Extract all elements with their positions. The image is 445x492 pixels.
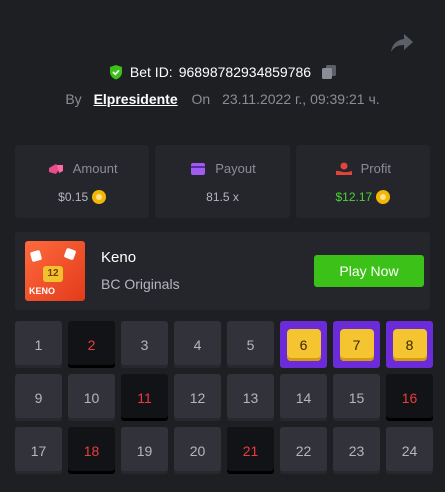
- die-icon: [63, 247, 77, 261]
- keno-thumbnail[interactable]: 12 KENO: [25, 241, 85, 301]
- keno-cell-3: 3: [121, 321, 168, 368]
- payout-card: Payout 81.5 x: [155, 145, 290, 218]
- keno-cell-11: 11: [121, 374, 168, 421]
- profit-label: Profit: [360, 161, 391, 176]
- keno-hit-tile: 6: [286, 328, 321, 361]
- keno-cell-6: 6: [280, 321, 327, 368]
- keno-cell-23: 23: [333, 427, 380, 474]
- shield-check-icon: [109, 65, 122, 80]
- keno-cell-21: 21: [227, 427, 274, 474]
- bet-meta: By Elpresidente On 23.11.2022 г., 09:39:…: [0, 91, 445, 107]
- keno-cell-18: 18: [68, 427, 115, 474]
- keno-cell-4: 4: [174, 321, 221, 368]
- bet-id-value: 96898782934859786: [178, 64, 312, 80]
- keno-cell-19: 19: [121, 427, 168, 474]
- amount-value: $0.15: [58, 190, 89, 204]
- by-label: By: [65, 91, 82, 107]
- profit-icon: [335, 162, 352, 175]
- keno-hit-tile: 7: [339, 328, 374, 361]
- game-name: Keno: [101, 249, 137, 266]
- payout-label: Payout: [215, 161, 256, 176]
- amount-card: Amount $0.15: [15, 145, 150, 218]
- keno-cell-10: 10: [68, 374, 115, 421]
- keno-cell-14: 14: [280, 374, 327, 421]
- keno-cell-24: 24: [386, 427, 433, 474]
- share-icon[interactable]: [390, 32, 414, 54]
- game-provider: BC Originals: [101, 276, 180, 292]
- game-card: 12 KENO Keno BC Originals Play Now: [15, 232, 430, 310]
- bet-datetime: 23.11.2022 г., 09:39:21 ч.: [222, 91, 380, 107]
- keno-cell-16: 16: [386, 374, 433, 421]
- keno-cell-17: 17: [15, 427, 62, 474]
- username-link[interactable]: Elpresidente: [94, 91, 178, 107]
- keno-cell-7: 7: [333, 321, 380, 368]
- bet-id-line: Bet ID: 96898782934859786: [0, 64, 445, 83]
- amount-label: Amount: [72, 161, 118, 176]
- thumb-tile: 12: [43, 266, 63, 282]
- on-label: On: [191, 91, 211, 107]
- keno-cell-2: 2: [68, 321, 115, 368]
- copy-icon[interactable]: [321, 64, 337, 80]
- keno-cell-8: 8: [386, 321, 433, 368]
- payout-value: 81.5 x: [206, 190, 239, 204]
- keno-cell-13: 13: [227, 374, 274, 421]
- keno-cell-20: 20: [174, 427, 221, 474]
- bet-stats: Amount $0.15 Payout 81.5 x Profit $12.17: [15, 145, 430, 218]
- thumb-label: KENO: [29, 286, 56, 296]
- wallet-icon: [48, 163, 63, 174]
- profit-card: Profit $12.17: [295, 145, 430, 218]
- keno-cell-15: 15: [333, 374, 380, 421]
- keno-cell-5: 5: [227, 321, 274, 368]
- die-icon: [29, 249, 43, 263]
- play-now-button[interactable]: Play Now: [314, 255, 424, 287]
- keno-cell-22: 22: [280, 427, 327, 474]
- coin-icon: [376, 190, 391, 204]
- keno-cell-9: 9: [15, 374, 62, 421]
- profit-value: $12.17: [335, 190, 373, 204]
- card-icon: [191, 162, 206, 175]
- keno-cell-1: 1: [15, 321, 62, 368]
- keno-cell-12: 12: [174, 374, 221, 421]
- coin-icon: [92, 190, 107, 204]
- keno-hit-tile: 8: [392, 328, 427, 361]
- bet-id-label: Bet ID:: [129, 64, 173, 80]
